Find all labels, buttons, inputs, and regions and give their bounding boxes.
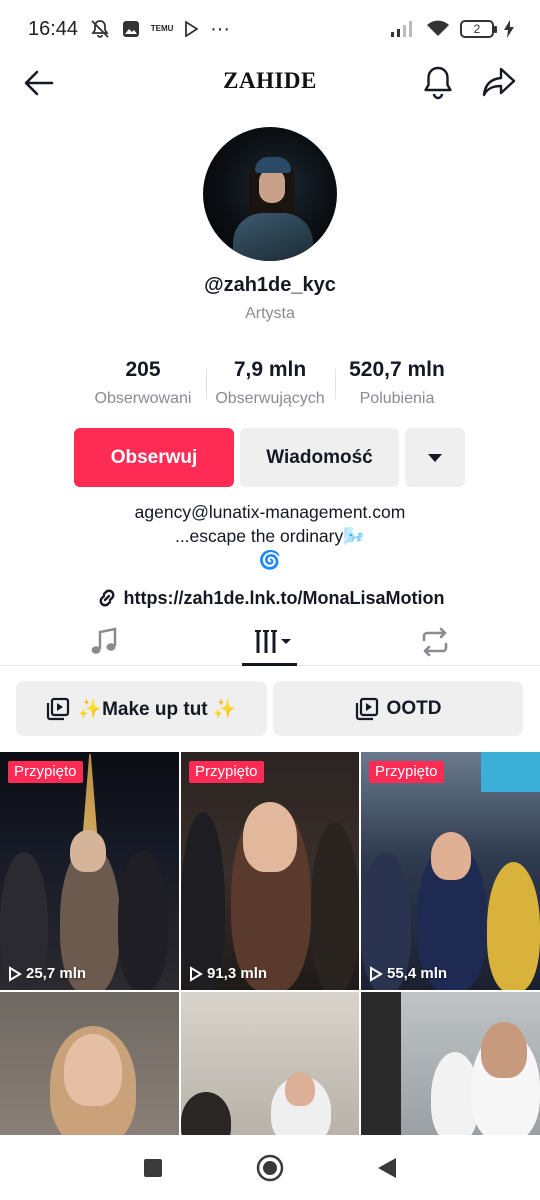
playlist-ootd-label: OOTD xyxy=(386,697,442,719)
bio-link[interactable]: https://zah1de.lnk.to/MonaLisaMotion xyxy=(0,587,540,609)
repost-icon xyxy=(422,627,448,657)
playlist-ootd[interactable]: OOTD xyxy=(273,681,523,736)
battery-icon: 2 xyxy=(460,20,497,38)
video-thumbnail xyxy=(181,992,359,1135)
caret-down-icon xyxy=(428,453,442,462)
tab-videos[interactable] xyxy=(241,624,297,660)
avatar-jacket xyxy=(233,213,313,261)
home-icon[interactable] xyxy=(255,1153,285,1183)
link-icon xyxy=(99,589,114,607)
gallery-icon xyxy=(122,20,140,38)
view-count: 55,4 mln xyxy=(369,965,447,982)
message-button[interactable]: Wiadomość xyxy=(240,428,399,487)
page-title: ZAHIDE xyxy=(223,68,317,93)
person-shape xyxy=(181,1092,231,1135)
person-shape xyxy=(64,1034,122,1106)
recent-apps-icon[interactable] xyxy=(138,1153,168,1183)
video-thumbnail xyxy=(361,752,540,990)
pinned-badge: Przypięto xyxy=(189,761,264,783)
mute-bell-icon xyxy=(90,19,110,39)
video-tile[interactable] xyxy=(361,992,540,1135)
bio-link-text: https://zah1de.lnk.to/MonaLisaMotion xyxy=(123,587,445,608)
video-thumbnail xyxy=(361,992,540,1135)
playlist-icon xyxy=(355,697,378,720)
bio-line-emoji: 🌀 xyxy=(258,550,282,570)
bio-line-email: agency@lunatix-management.com xyxy=(134,502,406,522)
avatar[interactable] xyxy=(203,127,337,261)
play-icon xyxy=(9,965,22,982)
door-shape xyxy=(361,992,401,1135)
pinned-badge: Przypięto xyxy=(369,761,444,783)
video-tile[interactable]: Przypięto 91,3 mln xyxy=(181,752,359,990)
person-shape xyxy=(285,1072,315,1106)
wifi-icon xyxy=(426,20,450,38)
person-shape xyxy=(181,812,225,990)
follow-button[interactable]: Obserwuj xyxy=(74,428,234,487)
view-count: 91,3 mln xyxy=(189,965,267,982)
stat-following-label: Obserwowani xyxy=(94,390,192,407)
video-tile[interactable]: Przypięto 25,7 mln xyxy=(0,752,179,990)
person-shape xyxy=(311,822,359,990)
view-count-text: 91,3 mln xyxy=(207,965,268,982)
avatar-face xyxy=(259,169,285,203)
temu-icon: TEMU xyxy=(150,24,174,33)
stat-followers-label: Obserwujących xyxy=(215,390,325,407)
system-navbar xyxy=(0,1135,540,1200)
status-time: 16:44 xyxy=(28,17,79,40)
charging-icon xyxy=(504,20,514,38)
view-count-text: 55,4 mln xyxy=(387,965,448,982)
profile-stats: 205 Obserwowani 7,9 mln Obserwujących 52… xyxy=(0,357,540,413)
share-icon[interactable] xyxy=(481,64,517,100)
tab-music[interactable] xyxy=(86,624,122,660)
person-shape xyxy=(70,830,106,872)
video-thumbnail xyxy=(0,992,179,1135)
play-icon xyxy=(190,965,203,982)
stat-followers[interactable]: 7,9 mln Obserwujących xyxy=(206,357,334,409)
stat-likes-value: 520,7 mln xyxy=(349,358,445,381)
video-thumbnail xyxy=(181,752,359,990)
profile-category: Artysta xyxy=(245,305,295,322)
back-triangle-icon[interactable] xyxy=(372,1153,402,1183)
grid-filter-icon xyxy=(255,630,291,653)
bio-line-tagline: ...escape the ordinary🌬️ xyxy=(174,526,366,546)
video-grid: Przypięto 25,7 mln Przypięto 91,3 mln Pr… xyxy=(0,752,540,1135)
pinned-badge: Przypięto xyxy=(8,761,83,783)
avatar-hat xyxy=(255,157,291,173)
billboard-shape xyxy=(481,752,540,792)
stat-likes[interactable]: 520,7 mln Polubienia xyxy=(336,357,458,409)
music-note-icon xyxy=(91,627,117,654)
more-dots: ··· xyxy=(210,17,231,40)
active-tab-indicator xyxy=(242,663,297,666)
profile-header: ZAHIDE xyxy=(0,58,540,108)
profile-tabs xyxy=(0,618,540,666)
playlist-icon xyxy=(47,697,70,720)
person-shape xyxy=(487,862,540,990)
status-bar: 16:44 TEMU ··· 2 xyxy=(0,0,540,58)
person-shape xyxy=(481,1022,527,1078)
video-thumbnail xyxy=(0,752,179,990)
play-icon xyxy=(370,965,383,982)
stat-followers-value: 7,9 mln xyxy=(233,358,307,381)
person-shape xyxy=(243,802,297,872)
playlist-makeup[interactable]: ✨Make up tut ✨ xyxy=(16,681,267,736)
playlist-makeup-label: ✨Make up tut ✨ xyxy=(78,698,237,720)
signal-icon xyxy=(390,20,416,38)
username: @zah1de_kyc xyxy=(204,274,336,296)
stat-following-value: 205 xyxy=(125,358,161,381)
video-tile[interactable] xyxy=(0,992,179,1135)
play-store-icon xyxy=(184,21,199,37)
video-tile[interactable]: Przypięto 55,4 mln xyxy=(361,752,540,990)
more-options-button[interactable] xyxy=(405,428,465,487)
video-tile[interactable] xyxy=(181,992,359,1135)
tab-reposts[interactable] xyxy=(417,624,453,660)
person-shape xyxy=(431,832,471,880)
view-count: 25,7 mln xyxy=(8,965,86,982)
bell-icon[interactable] xyxy=(421,64,455,100)
view-count-text: 25,7 mln xyxy=(26,965,87,982)
stat-following[interactable]: 205 Obserwowani xyxy=(82,357,204,409)
bio: agency@lunatix-management.com ...escape … xyxy=(0,500,540,572)
person-shape xyxy=(118,850,168,990)
stat-likes-label: Polubienia xyxy=(359,390,435,407)
